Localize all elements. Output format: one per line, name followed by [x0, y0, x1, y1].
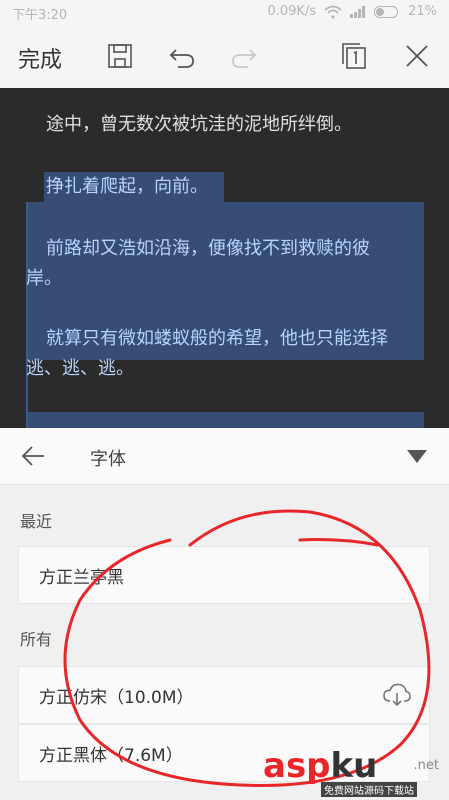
font-item[interactable]: 方正兰亭黑 [18, 546, 430, 604]
watermark-tagline: 免费网站源码下载站 [321, 782, 417, 797]
font-item-label: 方正仿宋（10.0M） [39, 688, 194, 708]
watermark-net: .net [413, 758, 439, 773]
panel-title: 字体 [90, 449, 126, 470]
close-icon[interactable] [403, 42, 431, 70]
font-item-label: 方正黑体（7.6M） [39, 746, 183, 766]
font-item[interactable]: 方正仿宋（10.0M） [18, 666, 430, 724]
doc-paragraph[interactable]: 挣扎着爬起，向前。 [46, 172, 208, 202]
battery-icon [374, 5, 399, 18]
status-bar: 下午3:20 0.09K/s 21% [0, 0, 449, 26]
wifi-icon [324, 5, 342, 19]
watermark-brand: aspku [263, 746, 377, 786]
toolbar: 完成 [0, 26, 449, 88]
selection-highlight [26, 412, 424, 428]
chevron-down-icon[interactable] [407, 450, 427, 464]
battery-level: 21% [408, 4, 437, 19]
doc-paragraph[interactable]: 前路却又浩如沿海，便像找不到救赎的彼 [46, 234, 370, 264]
signal-icon [350, 5, 366, 18]
page-view-icon[interactable] [340, 42, 368, 70]
network-speed: 0.09K/s [267, 4, 317, 19]
font-item-label: 方正兰亭黑 [39, 568, 124, 588]
panel-header: 字体 [0, 428, 449, 485]
section-label-all: 所有 [20, 630, 53, 649]
save-icon[interactable] [106, 42, 134, 70]
watermark-logo: aspku .net 免费网站源码下载站 [263, 746, 443, 797]
doc-paragraph[interactable]: 就算只有微如蝼蚁般的希望，他也只能选择 [46, 324, 388, 354]
font-panel: 字体 最近 方正兰亭黑 所有 方正仿宋（10.0M） 方正黑体（7.6M） [0, 428, 449, 800]
status-time: 下午3:20 [12, 8, 68, 23]
doc-paragraph[interactable]: 逃、逃、逃。 [26, 354, 134, 384]
document-area[interactable]: 途中，曾无数次被坑洼的泥地所绊倒。 挣扎着爬起，向前。 前路却又浩如沿海，便像找… [0, 88, 449, 428]
status-right: 0.09K/s 21% [267, 4, 437, 19]
doc-paragraph[interactable]: 途中，曾无数次被坑洼的泥地所绊倒。 [46, 110, 352, 140]
undo-icon[interactable] [168, 42, 196, 70]
redo-icon[interactable] [230, 42, 258, 70]
section-label-recent: 最近 [20, 512, 53, 531]
watermark-brand-prefix: asp [263, 746, 331, 786]
back-arrow-icon[interactable] [20, 443, 46, 469]
selection-handle[interactable] [26, 202, 28, 428]
cloud-download-icon[interactable] [383, 683, 411, 707]
doc-paragraph[interactable]: 岸。 [26, 264, 62, 294]
watermark-brand-ku: ku [330, 746, 378, 786]
done-button[interactable]: 完成 [18, 42, 62, 74]
